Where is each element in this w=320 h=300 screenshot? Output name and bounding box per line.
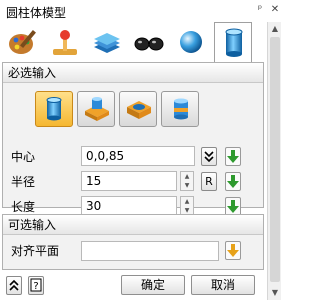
spin-down-icon[interactable]: ▼: [181, 181, 193, 190]
help-icon: ?: [30, 278, 42, 292]
pin-icon[interactable]: ᵖ: [253, 3, 267, 17]
window-title: 圆柱体模型: [6, 6, 67, 20]
double-chevron-up-icon: [9, 279, 19, 291]
center-dropdown-button[interactable]: [201, 147, 217, 166]
align-plane-label: 对齐平面: [11, 244, 60, 258]
cancel-button[interactable]: 取消: [191, 275, 255, 295]
box-pocket-icon: [127, 101, 151, 119]
cylinder-stack-icon: [174, 98, 188, 120]
cylinder-icon: [225, 28, 243, 57]
tab-palette[interactable]: [4, 24, 42, 60]
tab-cylinder[interactable]: [214, 22, 252, 62]
scroll-thumb[interactable]: [270, 37, 280, 282]
tab-layers[interactable]: [88, 24, 126, 60]
style-boss-button[interactable]: [77, 91, 115, 127]
close-icon[interactable]: ✕: [268, 3, 282, 17]
radius-spinner[interactable]: ▲ ▼: [180, 171, 194, 191]
double-chevron-down-icon: [204, 151, 214, 163]
required-section: 必选输入 中心 0,0,85 半径 15 ▲ ▼ R 长度 30 ▲ ▼: [2, 62, 264, 216]
radius-field[interactable]: 15: [81, 171, 177, 191]
vertical-scrollbar[interactable]: ▲ ▼: [267, 22, 281, 300]
style-pocket-button[interactable]: [119, 91, 157, 127]
radius-pick-button[interactable]: [225, 172, 241, 191]
length-spinner[interactable]: ▲ ▼: [180, 196, 194, 216]
style-stack-button[interactable]: [161, 91, 199, 127]
title-bar: 圆柱体模型 ᵖ ✕: [0, 0, 283, 22]
center-pick-button[interactable]: [225, 147, 241, 166]
cylinder-style-icon: [46, 97, 62, 121]
green-down-arrow-icon: [227, 150, 239, 163]
collapse-button[interactable]: [6, 276, 22, 295]
align-plane-field[interactable]: [81, 241, 219, 261]
box-boss-icon: [85, 97, 109, 121]
radius-label: 半径: [11, 175, 36, 189]
glasses-icon: [134, 37, 164, 51]
properties-panel: 必选输入 中心 0,0,85 半径 15 ▲ ▼ R 长度 30 ▲ ▼ 可选输…: [0, 22, 265, 300]
tab-row: [2, 22, 264, 62]
help-button[interactable]: ?: [28, 276, 44, 295]
radius-r-button[interactable]: R: [201, 172, 217, 191]
footer-bar: ? 确定 取消: [2, 273, 264, 297]
green-down-arrow-icon: [227, 175, 239, 188]
style-cylinder-button[interactable]: [35, 91, 73, 127]
scroll-up-icon[interactable]: ▲: [268, 22, 282, 36]
sphere-icon: [180, 31, 202, 53]
length-field[interactable]: 30: [81, 196, 177, 216]
spin-up-icon[interactable]: ▲: [181, 172, 193, 181]
ok-button[interactable]: 确定: [121, 275, 185, 295]
tab-sphere[interactable]: [172, 24, 210, 60]
joystick-icon: [53, 30, 77, 55]
svg-text:?: ?: [33, 281, 38, 292]
align-plane-pick-button[interactable]: [225, 241, 241, 260]
optional-section: 可选输入 对齐平面: [2, 214, 264, 270]
length-label: 长度: [11, 200, 36, 214]
tab-glasses[interactable]: [130, 24, 168, 60]
orange-down-arrow-icon: [227, 244, 239, 257]
tab-joystick[interactable]: [46, 24, 84, 60]
layers-icon: [94, 33, 120, 53]
palette-icon: [9, 30, 36, 54]
center-field[interactable]: 0,0,85: [81, 146, 195, 166]
green-down-arrow-icon: [227, 200, 239, 213]
scroll-down-icon[interactable]: ▼: [268, 286, 282, 300]
spin-up-icon[interactable]: ▲: [181, 197, 193, 206]
optional-section-title: 可选输入: [3, 215, 263, 235]
required-section-title: 必选输入: [3, 63, 263, 83]
center-label: 中心: [11, 150, 36, 164]
